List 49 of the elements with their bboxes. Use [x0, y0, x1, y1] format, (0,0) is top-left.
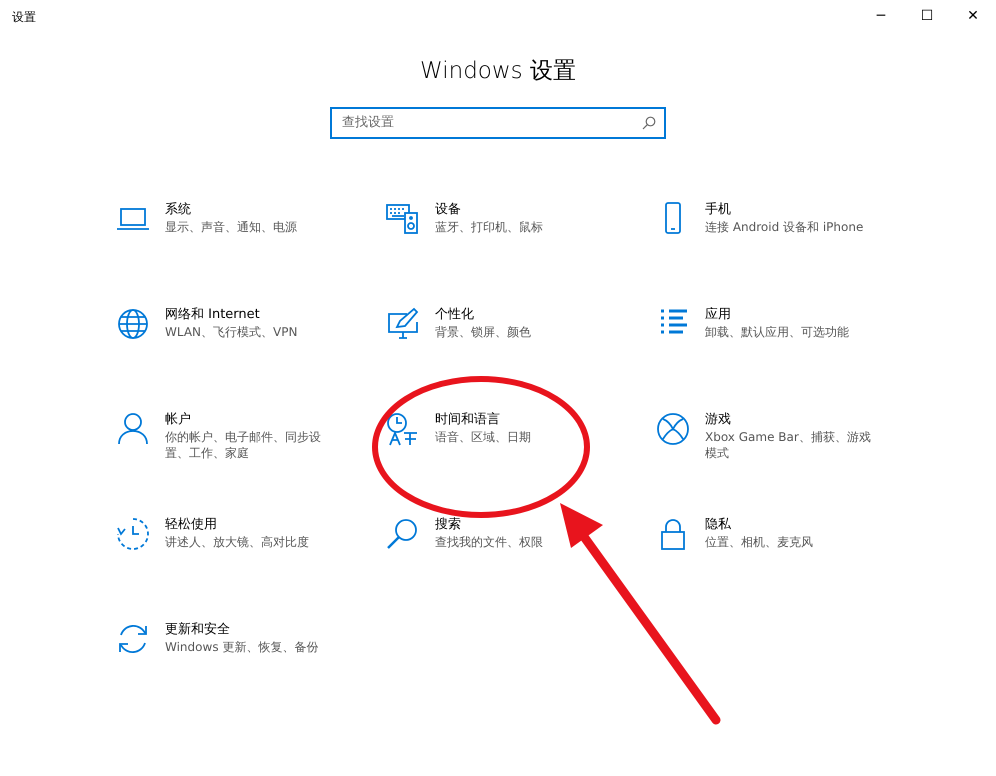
- close-button[interactable]: ✕: [950, 0, 996, 32]
- category-description: 讲述人、放大镜、高对比度: [165, 534, 310, 550]
- settings-category[interactable]: 更新和安全 Windows 更新、恢复、备份: [115, 620, 385, 680]
- category-description: WLAN、飞行模式、VPN: [165, 324, 298, 340]
- window-title: 设置: [11, 9, 37, 26]
- category-title: 个性化: [435, 306, 475, 324]
- page-heading: Windows 设置: [420, 57, 576, 86]
- settings-category[interactable]: 轻松使用 讲述人、放大镜、高对比度: [115, 516, 385, 576]
- category-title: 更新和安全: [165, 620, 231, 638]
- category-title: 轻松使用: [165, 516, 218, 534]
- search-icon: [642, 116, 656, 130]
- settings-category[interactable]: 手机 连接 Android 设备和 iPhone: [655, 200, 925, 260]
- minimize-button[interactable]: ─: [858, 0, 904, 32]
- category-title: 系统: [165, 200, 192, 218]
- settings-category[interactable]: 时间和语言 语音、区域、日期: [385, 410, 655, 470]
- category-title: 搜索: [435, 516, 462, 534]
- category-description: Windows 更新、恢复、备份: [165, 638, 320, 654]
- settings-category[interactable]: 个性化 背景、锁屏、颜色: [385, 306, 655, 366]
- category-description: 查找我的文件、权限: [435, 534, 544, 550]
- category-title: 网络和 Internet: [165, 306, 261, 324]
- category-title: 隐私: [705, 516, 732, 534]
- settings-category[interactable]: 隐私 位置、相机、麦克风: [655, 516, 925, 576]
- category-title: 设备: [435, 200, 462, 218]
- person-icon: [115, 410, 151, 446]
- category-description: 位置、相机、麦克风: [705, 534, 814, 550]
- settings-category[interactable]: 搜索 查找我的文件、权限: [385, 516, 655, 576]
- category-title: 帐户: [165, 410, 192, 428]
- search-field[interactable]: 查找设置: [330, 106, 666, 138]
- category-title: 时间和语言: [435, 410, 501, 428]
- category-description: 连接 Android 设备和 iPhone: [705, 218, 864, 234]
- settings-category[interactable]: 系统 显示、声音、通知、电源: [115, 200, 385, 260]
- category-title: 手机: [705, 200, 732, 218]
- category-title: 游戏: [705, 410, 732, 428]
- settings-category[interactable]: 应用 卸载、默认应用、可选功能: [655, 306, 925, 366]
- category-description: 背景、锁屏、颜色: [435, 324, 532, 340]
- settings-category[interactable]: 帐户 你的帐户、电子邮件、同步设置、工作、家庭: [115, 410, 385, 470]
- category-description: 显示、声音、通知、电源: [165, 218, 298, 234]
- settings-category[interactable]: 网络和 Internet WLAN、飞行模式、VPN: [115, 306, 385, 366]
- category-description: 卸载、默认应用、可选功能: [705, 324, 850, 340]
- category-description: 你的帐户、电子邮件、同步设置、工作、家庭: [165, 428, 322, 460]
- pen-monitor-icon: [385, 306, 421, 342]
- category-description: Xbox Game Bar、捕获、游戏模式: [705, 428, 872, 460]
- category-description: 语音、区域、日期: [435, 428, 532, 444]
- category-title: 应用: [705, 306, 732, 324]
- category-description: 蓝牙、打印机、鼠标: [435, 218, 544, 234]
- settings-category[interactable]: 游戏 Xbox Game Bar、捕获、游戏模式: [655, 410, 925, 470]
- dashed-circle-clock-icon: [115, 516, 151, 552]
- maximize-button[interactable]: ☐: [904, 0, 950, 32]
- settings-category[interactable]: 设备 蓝牙、打印机、鼠标: [385, 200, 655, 260]
